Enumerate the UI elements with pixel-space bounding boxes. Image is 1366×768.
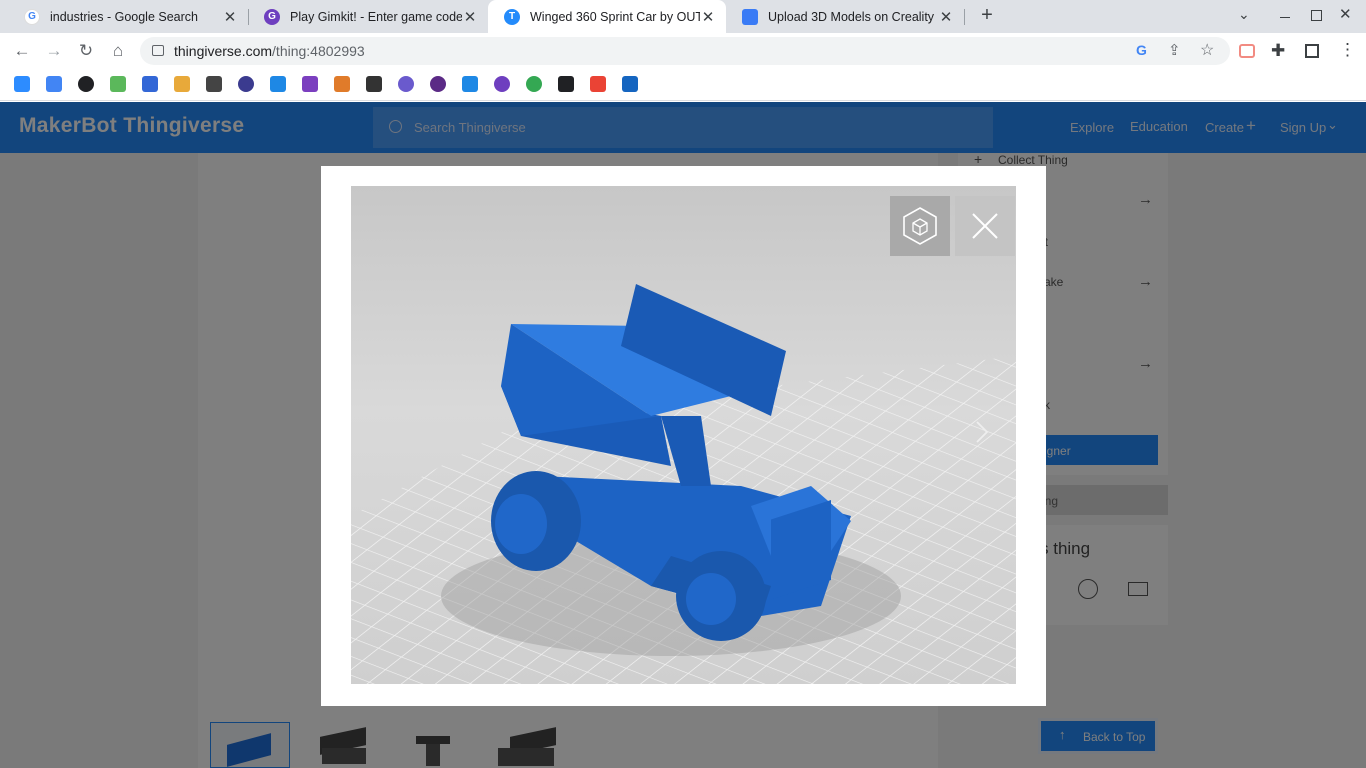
bookmark-icon[interactable] xyxy=(270,76,286,92)
address-bar[interactable]: thingiverse.com/thing:4802993 G ⇪ ☆ xyxy=(140,37,1230,65)
tab-title: industries - Google Search xyxy=(50,9,198,24)
bookmark-icon[interactable] xyxy=(494,76,510,92)
bookmark-icon[interactable] xyxy=(334,76,350,92)
bookmark-icon[interactable] xyxy=(558,76,574,92)
share-icon[interactable]: ⇪ xyxy=(1168,41,1181,59)
bookmark-icon[interactable] xyxy=(462,76,478,92)
google-lens-icon[interactable]: G xyxy=(1136,42,1147,58)
close-window-button[interactable]: ✕ xyxy=(1339,5,1352,23)
home-icon[interactable]: ⌂ xyxy=(106,39,130,63)
close-tab-icon[interactable]: ✕ xyxy=(700,8,716,26)
bookmark-icon[interactable] xyxy=(238,76,254,92)
bookmark-icon[interactable] xyxy=(430,76,446,92)
sprint-car-render xyxy=(351,284,1016,684)
bookmarks-bar xyxy=(0,69,1366,101)
google-icon: G xyxy=(24,8,40,25)
tab-google-search[interactable]: G industries - Google Search ✕ xyxy=(8,0,248,33)
creality-icon xyxy=(742,8,758,25)
forward-arrow-icon[interactable]: → xyxy=(42,39,66,63)
close-tab-icon[interactable]: ✕ xyxy=(222,8,238,26)
bookmark-star-icon[interactable]: ☆ xyxy=(1200,40,1214,60)
side-panel-icon[interactable] xyxy=(1305,44,1319,58)
browser-tab-strip: G industries - Google Search ✕ G Play Gi… xyxy=(0,0,1366,33)
tab-search-icon[interactable]: ⌄ xyxy=(1238,6,1250,23)
close-tab-icon[interactable]: ✕ xyxy=(462,8,478,26)
bookmark-icon[interactable] xyxy=(142,76,158,92)
view-3d-button[interactable] xyxy=(890,196,950,256)
url-text[interactable]: thingiverse.com/thing:4802993 xyxy=(174,43,365,59)
restore-button[interactable] xyxy=(1311,10,1322,21)
screencast-extension-icon[interactable] xyxy=(1239,44,1255,58)
tab-creality[interactable]: Upload 3D Models on Creality Cl ✕ xyxy=(726,0,964,33)
chevron-right-icon xyxy=(976,421,989,443)
bookmark-icon[interactable] xyxy=(366,76,382,92)
bookmark-icon[interactable] xyxy=(78,76,94,92)
chrome-menu-icon[interactable]: ⋮ xyxy=(1339,40,1356,60)
bookmark-icon[interactable] xyxy=(622,76,638,92)
cube-icon xyxy=(903,207,937,245)
tab-title: Winged 360 Sprint Car by OUTL/ xyxy=(530,9,700,24)
minimize-button[interactable] xyxy=(1278,6,1292,20)
tab-gimkit[interactable]: G Play Gimkit! - Enter game code h ✕ xyxy=(248,0,488,33)
next-image-button[interactable] xyxy=(975,420,989,444)
bookmark-icon[interactable] xyxy=(46,76,62,92)
bookmark-icon[interactable] xyxy=(14,76,30,92)
back-arrow-icon[interactable]: ← xyxy=(10,39,34,63)
gimkit-icon: G xyxy=(264,8,280,25)
close-modal-button[interactable] xyxy=(955,196,1015,256)
extensions-puzzle-icon[interactable]: ✚ xyxy=(1271,41,1285,61)
model-image[interactable] xyxy=(351,186,1016,684)
bookmark-icon[interactable] xyxy=(526,76,542,92)
tab-title: Upload 3D Models on Creality Cl xyxy=(768,9,938,24)
page-info-icon[interactable] xyxy=(152,45,164,56)
thingiverse-icon: T xyxy=(504,8,520,25)
bookmark-icon[interactable] xyxy=(206,76,222,92)
bookmark-icon[interactable] xyxy=(302,76,318,92)
bookmark-icon[interactable] xyxy=(174,76,190,92)
close-tab-icon[interactable]: ✕ xyxy=(938,8,954,26)
bookmark-icon[interactable] xyxy=(398,76,414,92)
bookmark-icon[interactable] xyxy=(590,76,606,92)
reload-icon[interactable]: ↻ xyxy=(74,39,98,63)
new-tab-button[interactable]: + xyxy=(976,4,998,28)
close-icon xyxy=(972,213,998,239)
tab-thingiverse[interactable]: T Winged 360 Sprint Car by OUTL/ ✕ xyxy=(488,0,726,33)
image-viewer-modal xyxy=(321,166,1046,706)
bookmark-icon[interactable] xyxy=(110,76,126,92)
tab-title: Play Gimkit! - Enter game code h xyxy=(290,9,462,24)
